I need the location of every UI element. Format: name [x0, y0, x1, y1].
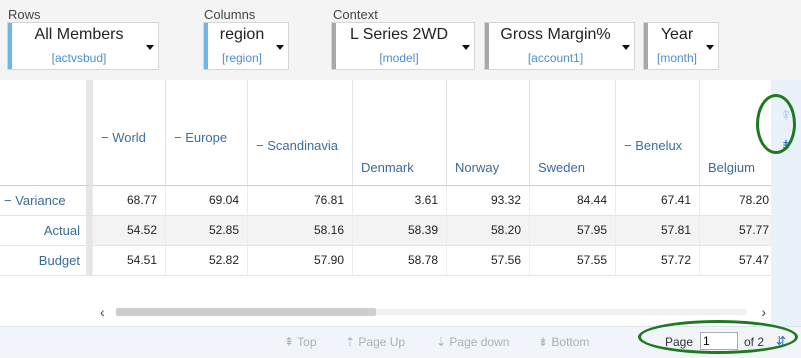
rows-dropdown-value: All Members [34, 26, 124, 43]
page-down-icon: ⇣ [436, 335, 450, 349]
context-dropdown-account[interactable]: Gross Margin% [account1] [484, 22, 635, 70]
dropdown-accent [485, 23, 489, 69]
table-cell[interactable]: 52.82 [165, 246, 247, 276]
table-cell[interactable]: 57.55 [529, 246, 615, 276]
column-header-label: − Scandinavia [256, 138, 339, 153]
grid-corner [0, 80, 92, 186]
row-header-actual[interactable]: Actual [0, 216, 92, 246]
column-header-label: − Benelux [624, 138, 683, 153]
crosstab-grid: − World − Europe − Scandinavia Denmark N… [0, 80, 771, 326]
dropdown-accent [204, 23, 208, 69]
scroll-left-icon[interactable]: ‹ [100, 304, 105, 320]
table-cell[interactable]: 57.56 [446, 246, 529, 276]
table-cell[interactable]: 67.41 [615, 186, 699, 216]
context-dropdown-value: Year [660, 26, 694, 43]
context-dropdown-value: L Series 2WD [349, 26, 449, 43]
table-cell[interactable]: 78.20 [699, 186, 771, 216]
dropdown-accent [644, 23, 648, 69]
scrollbar-thumb[interactable] [116, 308, 376, 316]
dropdown-accent [8, 23, 12, 69]
page-up-label: Page Up [358, 335, 406, 349]
dropdown-accent [332, 23, 336, 69]
toolbar: Rows Columns Context All Members [actvsb… [0, 0, 801, 80]
column-header-label: − Europe [174, 130, 228, 145]
context-dropdown-dimension: [account1] [527, 51, 584, 65]
rows-dropdown[interactable]: All Members [actvsbud] [7, 22, 159, 70]
scroll-right-icon[interactable]: › [761, 304, 766, 320]
context-dropdown-value: Gross Margin% [500, 26, 611, 43]
context-dropdown-dimension: [month] [656, 51, 698, 65]
table-cell[interactable]: 93.32 [446, 186, 529, 216]
column-header-world[interactable]: − World [92, 80, 165, 186]
context-label: Context [333, 7, 378, 22]
column-header-label: − World [101, 130, 146, 145]
columns-dropdown-value: region [219, 26, 265, 43]
table-cell[interactable]: 69.04 [165, 186, 247, 216]
top-button[interactable]: ⇞ Top [284, 335, 317, 349]
table-cell[interactable]: 58.20 [446, 216, 529, 246]
context-dropdown-model[interactable]: L Series 2WD [model] [331, 22, 475, 70]
chevron-down-icon[interactable] [146, 45, 154, 50]
table-cell[interactable]: 52.85 [165, 216, 247, 246]
highlight-circle [638, 320, 798, 354]
columns-label: Columns [204, 7, 256, 22]
table-cell[interactable]: 57.81 [615, 216, 699, 246]
row-header-budget[interactable]: Budget [0, 246, 92, 276]
table-cell[interactable]: 84.44 [529, 186, 615, 216]
top-label: Top [297, 335, 317, 349]
top-icon: ⇞ [284, 335, 298, 349]
table-cell[interactable]: 57.90 [247, 246, 352, 276]
page-up-icon: ⇡ [345, 335, 359, 349]
table-cell[interactable]: 68.77 [92, 186, 165, 216]
row-header-label: Budget [38, 253, 80, 268]
chevron-down-icon[interactable] [276, 45, 284, 50]
column-header-label: Sweden [538, 160, 585, 175]
table-cell[interactable]: 57.72 [615, 246, 699, 276]
table-cell[interactable]: 57.95 [529, 216, 615, 246]
page-up-button[interactable]: ⇡ Page Up [345, 335, 405, 349]
chevron-down-icon[interactable] [706, 45, 714, 50]
column-header-scandinavia[interactable]: − Scandinavia [247, 80, 352, 186]
column-header-label: Norway [455, 160, 500, 175]
row-header-label: Actual [43, 223, 80, 238]
columns-dropdown[interactable]: region [region] [203, 22, 289, 70]
column-header-label: Belgium [708, 160, 755, 175]
column-header-europe[interactable]: − Europe [165, 80, 247, 186]
table-cell[interactable]: 57.47 [699, 246, 771, 276]
row-header-variance[interactable]: − Variance [0, 186, 92, 216]
table-cell[interactable]: 58.39 [352, 216, 446, 246]
chevron-down-icon[interactable] [462, 45, 470, 50]
table-cell[interactable]: 57.77 [699, 216, 771, 246]
rows-label: Rows [8, 7, 41, 22]
context-dropdown-month[interactable]: Year [month] [643, 22, 719, 70]
column-header-denmark[interactable]: Denmark [352, 80, 446, 186]
highlight-circle [756, 94, 796, 154]
rows-dropdown-dimension: [actvsbud] [51, 51, 107, 65]
column-header-benelux[interactable]: − Benelux [615, 80, 699, 186]
table-cell[interactable]: 3.61 [352, 186, 446, 216]
table-cell[interactable]: 76.81 [247, 186, 352, 216]
context-dropdown-dimension: [model] [379, 51, 419, 65]
columns-dropdown-dimension: [region] [221, 51, 263, 65]
table-cell[interactable]: 54.51 [92, 246, 165, 276]
column-header-sweden[interactable]: Sweden [529, 80, 615, 186]
table-cell[interactable]: 58.78 [352, 246, 446, 276]
column-header-norway[interactable]: Norway [446, 80, 529, 186]
bottom-button[interactable]: ⇟ Bottom [538, 335, 589, 349]
bottom-icon: ⇟ [538, 335, 552, 349]
column-header-label: Denmark [361, 160, 414, 175]
chevron-down-icon[interactable] [622, 45, 630, 50]
table-cell[interactable]: 54.52 [92, 216, 165, 246]
page-down-button[interactable]: ⇣ Page down [436, 335, 509, 349]
page-down-label: Page down [449, 335, 510, 349]
bottom-label: Bottom [551, 335, 590, 349]
horizontal-scrollbar[interactable]: ‹ › [92, 302, 770, 322]
row-header-label: − Variance [4, 193, 66, 208]
table-cell[interactable]: 58.16 [247, 216, 352, 246]
